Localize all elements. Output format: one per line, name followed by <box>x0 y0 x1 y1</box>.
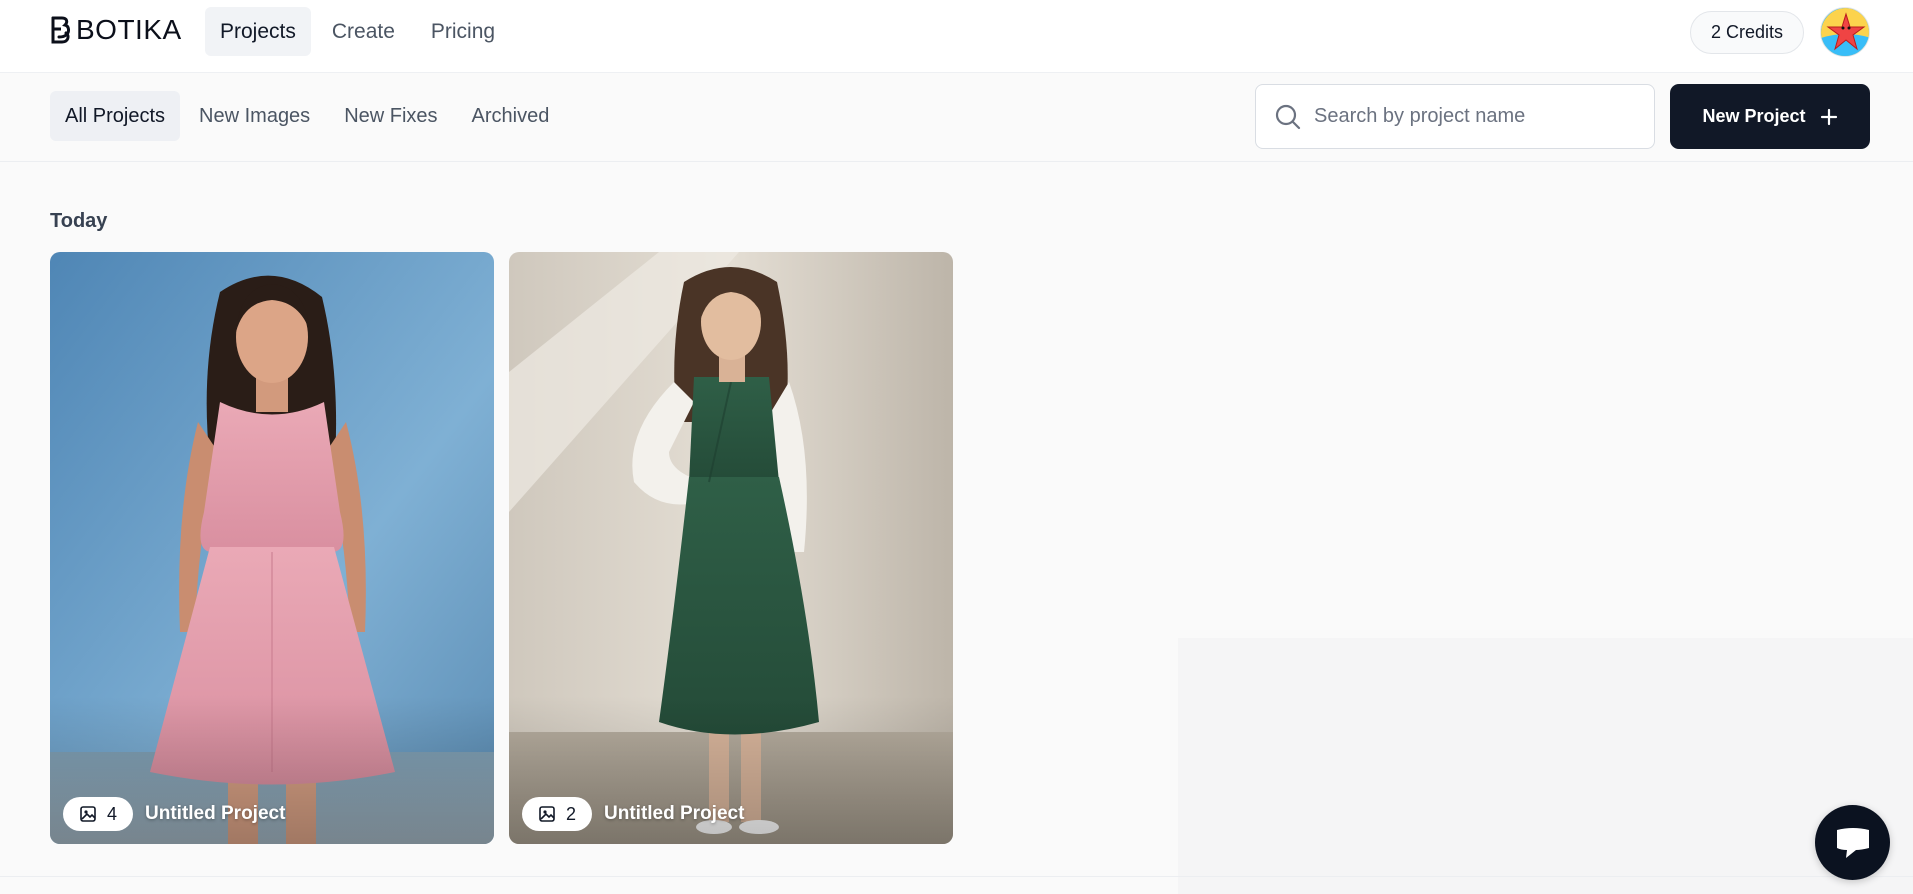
starfish-avatar-icon <box>1821 8 1869 56</box>
image-count-badge: 4 <box>63 797 134 831</box>
credits-badge[interactable]: 2 Credits <box>1690 11 1804 54</box>
tab-archived[interactable]: Archived <box>457 91 565 141</box>
main-nav: Projects Create Pricing <box>205 7 510 56</box>
chat-support-button[interactable] <box>1815 805 1890 880</box>
chat-bubble-icon <box>1836 827 1869 858</box>
project-title: Untitled Project <box>145 803 286 824</box>
image-icon <box>80 806 96 822</box>
project-card-footer: 4 Untitled Project <box>63 796 285 832</box>
image-count-badge: 2 <box>522 797 593 831</box>
project-title: Untitled Project <box>604 803 745 824</box>
image-count: 2 <box>566 803 577 824</box>
empty-panel <box>1178 638 1913 894</box>
tab-all-projects[interactable]: All Projects <box>50 91 181 141</box>
project-thumbnail-pink-dress <box>50 252 494 844</box>
brand-logo[interactable]: BOTIKA <box>50 14 182 46</box>
project-thumbnail-green-dress <box>509 252 953 844</box>
search-box[interactable] <box>1255 84 1655 149</box>
botika-logo-icon <box>51 16 70 44</box>
image-count: 4 <box>107 803 118 824</box>
section-title-today: Today <box>50 210 108 232</box>
project-card-footer: 2 Untitled Project <box>522 796 744 832</box>
top-header: BOTIKA Projects Create Pricing 2 Credits <box>0 0 1913 73</box>
project-card[interactable]: 2 Untitled Project <box>509 252 953 844</box>
brand-name: BOTIKA <box>76 14 182 45</box>
search-icon <box>1275 104 1301 129</box>
search-input[interactable] <box>1314 105 1644 128</box>
project-toolbar: All Projects New Images New Fixes Archiv… <box>0 73 1913 162</box>
new-project-label: New Project <box>1702 106 1806 126</box>
tab-new-fixes[interactable]: New Fixes <box>329 91 452 141</box>
plus-icon <box>1820 108 1837 125</box>
tab-new-images[interactable]: New Images <box>184 91 325 141</box>
nav-projects[interactable]: Projects <box>205 7 311 56</box>
project-card[interactable]: 4 Untitled Project <box>50 252 494 844</box>
nav-pricing[interactable]: Pricing <box>416 7 510 56</box>
avatar[interactable] <box>1820 7 1870 57</box>
project-filter-tabs: All Projects New Images New Fixes Archiv… <box>50 91 564 141</box>
image-icon <box>539 806 555 822</box>
new-project-button[interactable]: New Project <box>1670 84 1870 149</box>
nav-create[interactable]: Create <box>317 7 410 56</box>
divider <box>0 876 1913 877</box>
